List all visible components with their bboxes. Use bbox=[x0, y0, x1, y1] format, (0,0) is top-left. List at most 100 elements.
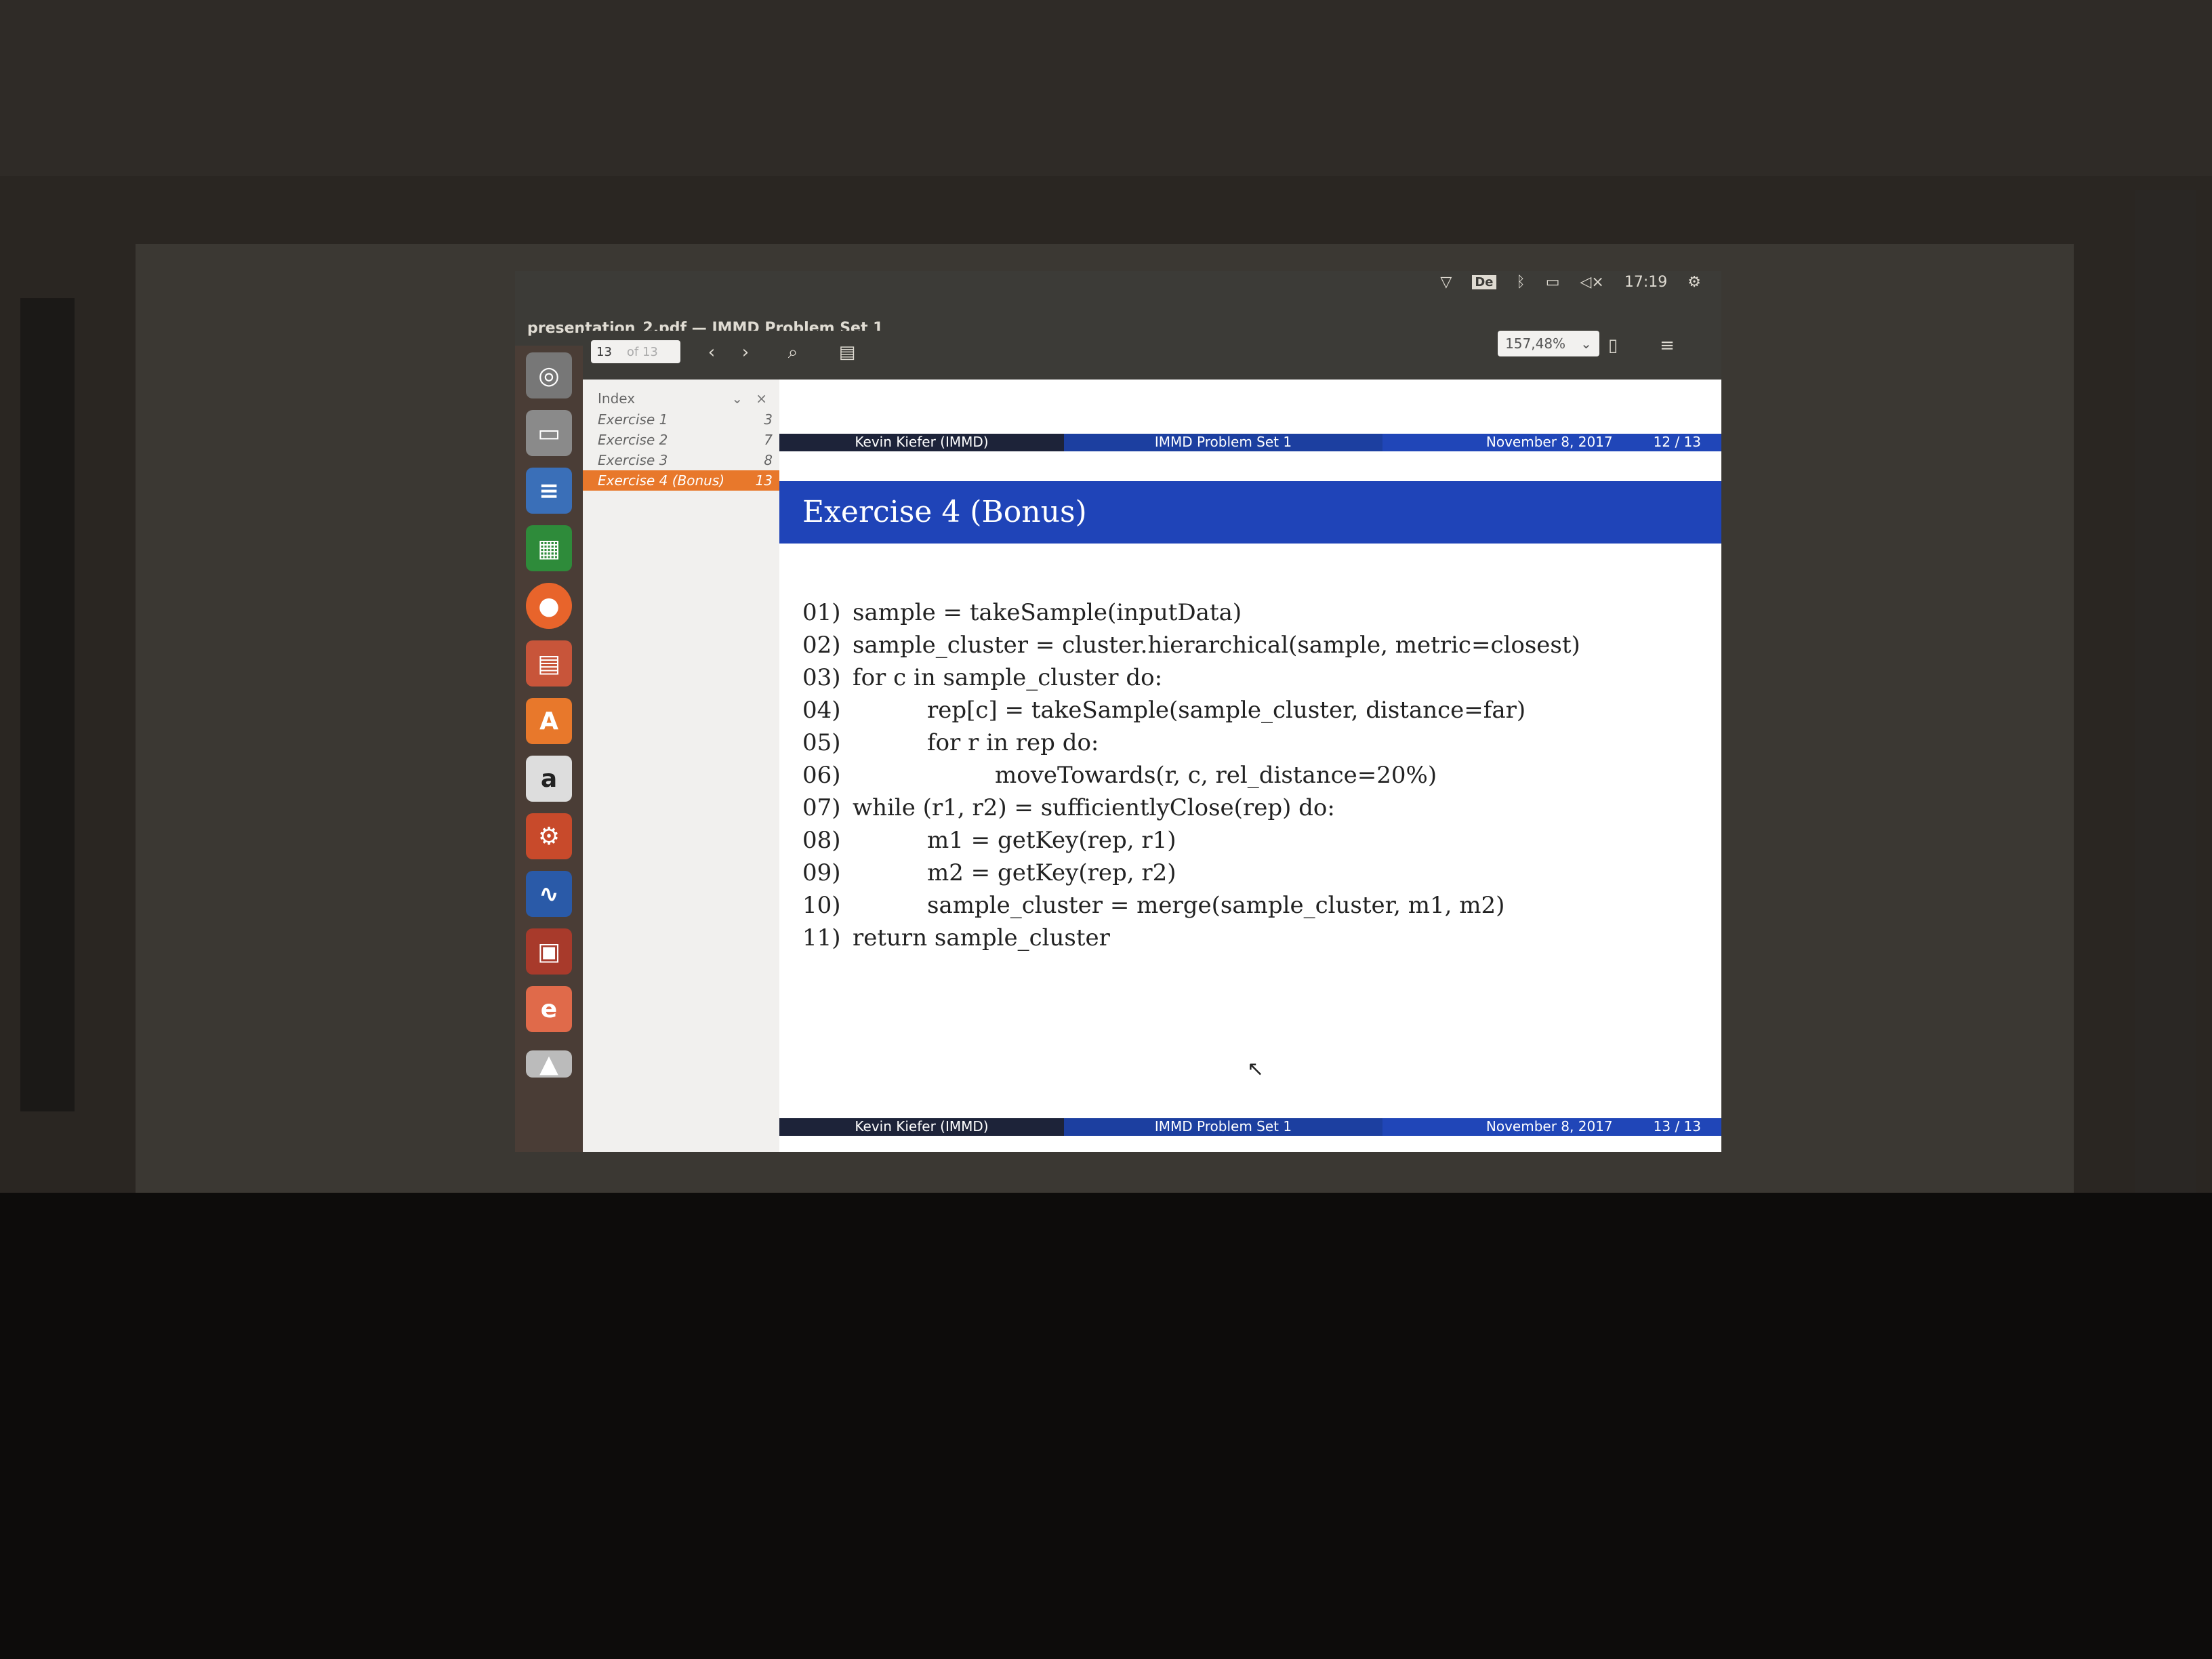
code-line: 03) for c in sample_cluster do: bbox=[802, 661, 1580, 694]
line-number: 01) bbox=[802, 599, 841, 626]
code-text: sample = takeSample(inputData) bbox=[853, 599, 1242, 626]
footer-author: Kevin Kiefer (IMMD) bbox=[779, 434, 1064, 451]
line-number: 06) bbox=[802, 762, 841, 789]
footer-page: 12 / 13 bbox=[1653, 434, 1701, 450]
close-icon[interactable]: × bbox=[756, 390, 767, 407]
pseudocode-block: 01) sample = takeSample(inputData) 02) sam… bbox=[802, 596, 1580, 954]
zoom-select[interactable]: 157,48% ⌄ bbox=[1498, 331, 1599, 356]
index-item-page: 13 bbox=[755, 472, 773, 489]
toolbar: 13 of 13 ‹ › ⌕ ▤ 157,48% ⌄ ▯ ≡ bbox=[583, 331, 1721, 380]
annotations-icon[interactable]: ▤ bbox=[834, 340, 861, 365]
screen-frame-right bbox=[2135, 190, 2196, 1206]
bluetooth-icon[interactable]: ᛒ bbox=[1517, 274, 1525, 291]
document-viewer-icon[interactable]: e bbox=[526, 986, 572, 1032]
line-number: 07) bbox=[802, 794, 841, 821]
index-item-exercise-4-bonus[interactable]: Exercise 4 (Bonus) 13 bbox=[583, 470, 779, 491]
line-number: 11) bbox=[802, 924, 841, 951]
code-line: 02) sample_cluster = cluster.hierarchical… bbox=[802, 629, 1580, 661]
line-number: 05) bbox=[802, 729, 841, 756]
calc-icon[interactable]: ▦ bbox=[526, 525, 572, 571]
code-text: for c in sample_cluster do: bbox=[853, 664, 1163, 691]
search-icon[interactable]: ⌕ bbox=[779, 340, 806, 365]
chevron-down-icon[interactable]: ⌄ bbox=[731, 390, 743, 407]
code-line: 01) sample = takeSample(inputData) bbox=[802, 596, 1580, 629]
firefox-icon[interactable]: ● bbox=[526, 583, 572, 629]
page-current: 13 bbox=[596, 344, 612, 359]
code-text: moveTowards(r, c, rel_distance=20%) bbox=[995, 762, 1437, 789]
title-bar: presentation_2.pdf — IMMD Problem Set 1 … bbox=[515, 271, 1721, 337]
system-monitor-icon[interactable]: ∿ bbox=[526, 871, 572, 917]
volume-muted-icon[interactable]: ◁× bbox=[1580, 274, 1604, 291]
code-line: 10) sample_cluster = merge(sample_cluster… bbox=[802, 889, 1580, 922]
impress-icon[interactable]: ▤ bbox=[526, 640, 572, 687]
sidebar-title: Index bbox=[598, 390, 636, 407]
footer-date: November 8, 2017 bbox=[1486, 1118, 1613, 1134]
footer-author: Kevin Kiefer (IMMD) bbox=[779, 1118, 1064, 1136]
zoom-value: 157,48% bbox=[1505, 335, 1566, 352]
software-center-icon[interactable]: A bbox=[526, 698, 572, 744]
system-tray: ▽ De ᛒ ▭ ◁× 17:19 ⚙ bbox=[1440, 274, 1701, 291]
page-total: of 13 bbox=[626, 344, 658, 359]
footer-title: IMMD Problem Set 1 bbox=[1064, 434, 1382, 451]
ubuntu-logo-icon[interactable]: ◎ bbox=[526, 352, 572, 398]
code-line: 04) rep[c] = takeSample(sample_cluster, d… bbox=[802, 694, 1580, 726]
footer-title: IMMD Problem Set 1 bbox=[1064, 1118, 1382, 1136]
index-item-label: Exercise 2 bbox=[598, 432, 668, 448]
line-number: 02) bbox=[802, 632, 841, 659]
sidebar-header: Index ⌄ × bbox=[598, 390, 767, 407]
room-floor bbox=[0, 1193, 2212, 1659]
line-number: 03) bbox=[802, 664, 841, 691]
code-text: sample_cluster = merge(sample_cluster, m… bbox=[927, 892, 1505, 919]
line-number: 08) bbox=[802, 827, 841, 854]
screenshot-icon[interactable]: ▣ bbox=[526, 928, 572, 975]
page-number-input[interactable]: 13 of 13 bbox=[591, 340, 680, 363]
slide-frame-title: Exercise 4 (Bonus) bbox=[779, 481, 1721, 544]
code-text: rep[c] = takeSample(sample_cluster, dist… bbox=[927, 697, 1526, 724]
index-item-page: 7 bbox=[764, 432, 773, 448]
mouse-pointer-icon: ↖ bbox=[1247, 1057, 1265, 1081]
index-item-page: 8 bbox=[764, 452, 773, 468]
room-wall-top bbox=[0, 0, 2212, 176]
footer-right: November 8, 2017 12 / 13 bbox=[1382, 434, 1721, 451]
desktop: presentation_2.pdf — IMMD Problem Set 1 … bbox=[515, 271, 1721, 1152]
footer-date: November 8, 2017 bbox=[1486, 434, 1613, 450]
battery-icon[interactable]: ▭ bbox=[1546, 274, 1560, 291]
menu-icon[interactable]: ≡ bbox=[1654, 333, 1681, 358]
index-item-page: 3 bbox=[764, 411, 773, 428]
code-line: 07) while (r1, r2) = sufficientlyClose(re… bbox=[802, 792, 1580, 824]
wifi-icon[interactable]: ▽ bbox=[1440, 274, 1452, 291]
keyboard-layout-indicator[interactable]: De bbox=[1472, 275, 1496, 289]
slide-bottom-footer: Kevin Kiefer (IMMD) IMMD Problem Set 1 N… bbox=[779, 1118, 1721, 1136]
chevron-down-icon: ⌄ bbox=[1580, 335, 1592, 352]
footer-page: 13 / 13 bbox=[1653, 1118, 1701, 1134]
index-item-exercise-3[interactable]: Exercise 3 8 bbox=[583, 450, 779, 470]
gear-icon[interactable]: ⚙ bbox=[1687, 274, 1701, 291]
code-text: return sample_cluster bbox=[853, 924, 1110, 951]
amazon-icon[interactable]: a bbox=[526, 756, 572, 802]
index-item-label: Exercise 1 bbox=[598, 411, 668, 428]
code-text: for r in rep do: bbox=[927, 729, 1099, 756]
next-page-button[interactable]: › bbox=[732, 340, 759, 365]
index-item-label: Exercise 4 (Bonus) bbox=[598, 472, 725, 489]
line-number: 04) bbox=[802, 697, 841, 724]
code-text: sample_cluster = cluster.hierarchical(sa… bbox=[853, 632, 1580, 659]
code-line: 05) for r in rep do: bbox=[802, 726, 1580, 759]
index-sidebar: Index ⌄ × Exercise 1 3 Exercise 2 7 Exer… bbox=[583, 380, 780, 1152]
code-text: m1 = getKey(rep, r1) bbox=[927, 827, 1176, 854]
clock[interactable]: 17:19 bbox=[1624, 274, 1667, 291]
index-item-exercise-2[interactable]: Exercise 2 7 bbox=[583, 430, 779, 450]
settings-icon[interactable]: ⚙ bbox=[526, 813, 572, 859]
document-view[interactable]: Kevin Kiefer (IMMD) IMMD Problem Set 1 N… bbox=[779, 380, 1721, 1152]
code-text: while (r1, r2) = sufficientlyClose(rep) … bbox=[853, 794, 1335, 821]
save-icon[interactable]: ▯ bbox=[1599, 333, 1626, 358]
index-item-exercise-1[interactable]: Exercise 1 3 bbox=[583, 409, 779, 430]
files-icon[interactable]: ▭ bbox=[526, 410, 572, 456]
trash-icon[interactable]: ▲ bbox=[526, 1050, 572, 1078]
writer-icon[interactable]: ≡ bbox=[526, 468, 572, 514]
line-number: 09) bbox=[802, 859, 841, 886]
previous-page-button[interactable]: ‹ bbox=[698, 340, 725, 365]
code-line: 06) moveTowards(r, c, rel_distance=20%) bbox=[802, 759, 1580, 792]
index-item-label: Exercise 3 bbox=[598, 452, 668, 468]
footer-right: November 8, 2017 13 / 13 bbox=[1382, 1118, 1721, 1136]
code-line: 09) m2 = getKey(rep, r2) bbox=[802, 857, 1580, 889]
